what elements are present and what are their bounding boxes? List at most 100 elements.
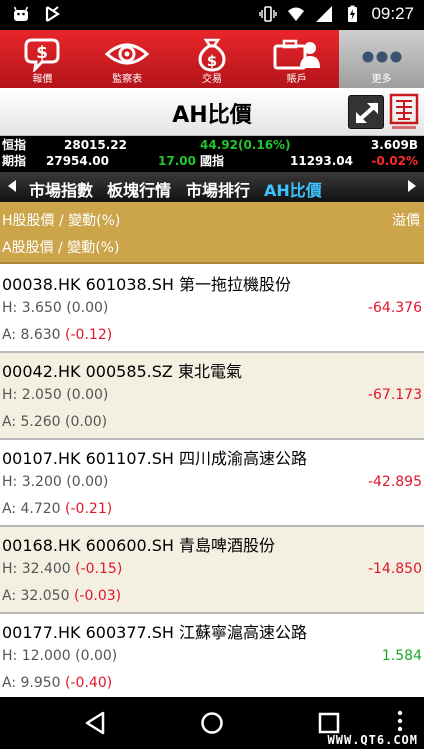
a-price: 4.720 xyxy=(20,501,61,517)
broker-logo-button[interactable] xyxy=(389,93,419,133)
a-prefix: A: xyxy=(2,501,21,517)
table-row[interactable]: 00107.HK 601107.SH 四川成渝高速公路 H: 3.200 (0.0… xyxy=(0,440,424,527)
a-price: 8.630 xyxy=(20,327,61,343)
nav-item-more[interactable]: 更多 xyxy=(339,30,424,88)
a-share-header[interactable]: A股股價 / 變動(%) xyxy=(2,237,119,257)
table-row[interactable]: 00177.HK 600377.SH 江蘇寧滬高速公路 H: 12.000 (0.… xyxy=(0,614,424,701)
quote-bubble-icon: $ xyxy=(24,38,60,72)
nav-item-trade[interactable]: $ 交易 xyxy=(170,30,255,88)
home-icon[interactable] xyxy=(200,711,224,735)
tab-ah-compare[interactable]: AH比價 xyxy=(264,177,322,201)
a-share-line: A: 9.950 (-0.40) xyxy=(2,675,112,691)
market-tabs: 市場指數 板塊行情 市場排行 AH比價 xyxy=(0,172,424,202)
nav-item-account[interactable]: 賬戶 xyxy=(254,30,339,88)
h-share-line: H: 3.650 (0.00) xyxy=(2,300,108,316)
h-price: 32.400 xyxy=(21,561,71,577)
a-change: (-0.12) xyxy=(65,327,113,343)
h-change: (0.00) xyxy=(66,387,109,403)
svg-text:$: $ xyxy=(36,43,48,63)
premium-value: -64.376 xyxy=(367,300,422,316)
tab-market-index[interactable]: 市場指數 xyxy=(29,177,93,201)
usb-debug-icon xyxy=(45,6,61,22)
tabs-scroll-right-icon[interactable] xyxy=(408,180,416,192)
fullscreen-button[interactable] xyxy=(348,95,384,129)
nav-label: 賬戶 xyxy=(286,74,307,85)
table-row[interactable]: 00038.HK 601038.SH 第一拖拉機股份 H: 3.650 (0.00… xyxy=(0,266,424,353)
h-share-line: H: 12.000 (0.00) xyxy=(2,648,117,664)
table-row[interactable]: 00168.HK 600600.SH 青島啤酒股份 H: 32.400 (-0.1… xyxy=(0,527,424,614)
h-change: (0.00) xyxy=(66,474,109,490)
h-price: 3.200 xyxy=(21,474,62,490)
a-prefix: A: xyxy=(2,414,21,430)
vibrate-icon xyxy=(259,6,278,22)
hscei-value: 11293.04 xyxy=(290,154,354,168)
a-price: 32.050 xyxy=(20,588,70,604)
table-row[interactable]: 00042.HK 000585.SZ 東北電氣 H: 2.050 (0.00) A:… xyxy=(0,353,424,440)
stock-name: 00107.HK 601107.SH 四川成渝高速公路 xyxy=(2,449,308,468)
h-change: (-0.15) xyxy=(75,561,123,577)
more-dots-icon xyxy=(362,51,402,63)
h-change: (0.00) xyxy=(66,300,109,316)
premium-value: -14.850 xyxy=(367,561,422,577)
a-change: (-0.40) xyxy=(65,675,113,691)
status-bar: 09:27 xyxy=(0,0,424,30)
nav-item-quote[interactable]: $ 報價 xyxy=(0,30,85,88)
system-navigation-bar: WWW.QT6.COM xyxy=(0,697,424,749)
clock: 09:27 xyxy=(371,4,414,23)
premium-value: 1.584 xyxy=(381,648,422,664)
android-icon xyxy=(13,6,29,21)
tabs-scroll-left-icon[interactable] xyxy=(8,180,16,192)
a-prefix: A: xyxy=(2,588,21,604)
a-price: 5.260 xyxy=(20,414,61,430)
stock-name: 00177.HK 600377.SH 江蘇寧滬高速公路 xyxy=(2,623,308,642)
h-price: 2.050 xyxy=(21,387,62,403)
futures-label: 期指 xyxy=(2,154,27,168)
h-share-header[interactable]: H股股價 / 變動(%) xyxy=(2,210,120,230)
a-share-line: A: 4.720 (-0.21) xyxy=(2,501,112,517)
app-screen: 09:27 $ 報價 監察表 $ 交易 賬戶 更多 AH比價 恒指 28015.… xyxy=(0,0,424,749)
h-share-line: H: 3.200 (0.00) xyxy=(2,474,108,490)
a-change: (-0.03) xyxy=(73,588,122,604)
tab-sector[interactable]: 板塊行情 xyxy=(107,177,171,201)
h-price: 3.650 xyxy=(21,300,62,316)
battery-charging-icon xyxy=(348,5,358,22)
stock-name: 00042.HK 000585.SZ 東北電氣 xyxy=(2,362,242,381)
premium-header[interactable]: 溢價 xyxy=(392,210,420,230)
stock-name: 00038.HK 601038.SH 第一拖拉機股份 xyxy=(2,275,292,294)
a-price: 9.950 xyxy=(20,675,61,691)
top-navigation: $ 報價 監察表 $ 交易 賬戶 更多 xyxy=(0,30,424,88)
market-ticker: 恒指 28015.22 44.92(0.16%) 3.609B 期指 27954… xyxy=(0,136,424,172)
nav-label: 交易 xyxy=(201,74,222,85)
recents-icon[interactable] xyxy=(318,712,340,734)
a-share-line: A: 8.630 (-0.12) xyxy=(2,327,112,343)
h-prefix: H: xyxy=(2,648,22,664)
a-prefix: A: xyxy=(2,327,21,343)
a-change: (-0.21) xyxy=(65,501,113,517)
overflow-menu-icon[interactable] xyxy=(396,709,404,733)
futures-value: 27954.00 xyxy=(46,154,110,168)
futures-change: 17.00 xyxy=(158,154,196,168)
hsi-value: 28015.22 xyxy=(64,138,128,152)
h-share-line: H: 2.050 (0.00) xyxy=(2,387,108,403)
money-bag-icon: $ xyxy=(198,38,226,72)
hscei-label: 國指 xyxy=(200,154,225,168)
wifi-icon xyxy=(288,7,305,21)
broker-logo-icon xyxy=(389,93,419,129)
nav-item-watchlist[interactable]: 監察表 xyxy=(85,30,170,88)
svg-text:$: $ xyxy=(207,52,217,70)
turnover-value: 3.609B xyxy=(370,138,418,152)
briefcase-user-icon xyxy=(273,39,320,70)
nav-label: 監察表 xyxy=(112,74,143,85)
h-prefix: H: xyxy=(2,300,22,316)
expand-icon xyxy=(355,102,379,124)
back-icon[interactable] xyxy=(84,711,106,735)
tab-ranking[interactable]: 市場排行 xyxy=(186,177,250,201)
column-header: H股股價 / 變動(%) A股股價 / 變動(%) 溢價 xyxy=(0,202,424,264)
h-prefix: H: xyxy=(2,561,22,577)
watermark: WWW.QT6.COM xyxy=(327,733,418,747)
h-price: 12.000 xyxy=(21,648,71,664)
a-change: (0.00) xyxy=(65,414,108,430)
hscei-change: -0.02% xyxy=(371,154,418,168)
hsi-label: 恒指 xyxy=(2,138,27,152)
signal-icon xyxy=(316,6,333,22)
